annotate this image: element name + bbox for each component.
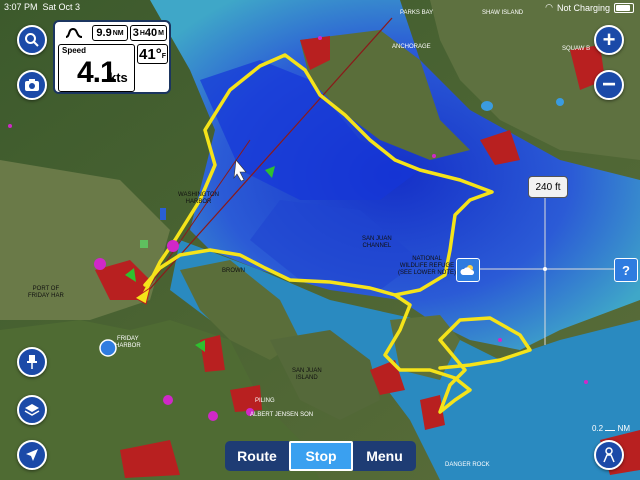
help-button[interactable]: ? — [614, 258, 638, 282]
label-port-of-friday-harbor: PORT OF FRIDAY HAR — [28, 286, 64, 299]
label-friday-harbor: FRIDAY HARBOR — [115, 336, 141, 349]
battery-icon — [614, 2, 634, 13]
speed-label: Speed — [62, 46, 87, 55]
layers-icon — [24, 404, 40, 416]
status-time: 3:07 PM — [4, 2, 38, 12]
temperature-readout: 41° F — [137, 44, 168, 64]
label-squaw-bay: SQUAW B — [562, 46, 591, 52]
ruler-distance-label[interactable]: 240 ft — [528, 176, 568, 198]
label-anchorage: ANCHORAGE — [392, 44, 431, 50]
bottom-control-bar: Route Stop Menu — [225, 441, 416, 471]
time-minutes: 40 — [144, 27, 158, 39]
location-arrow-icon — [26, 449, 38, 461]
scale-value: 0.2 — [592, 424, 604, 433]
label-brown-island: BROWN — [222, 268, 245, 274]
zoom-out-button[interactable]: − — [594, 70, 624, 100]
search-button[interactable] — [17, 25, 47, 55]
distance-value: 9.9 — [96, 27, 112, 39]
label-danger-rock: DANGER ROCK — [445, 462, 490, 468]
ios-status-bar: 3:07 PM Sat Oct 3 ◠ Not Charging — [0, 0, 640, 14]
label-washington-harbor: WASHINGTON HARBOR — [178, 192, 220, 205]
label-wildlife-refuge: NATIONAL WILDLIFE REFUGE (SEE LOWER NOTE… — [398, 256, 457, 276]
wifi-icon: ◠ — [545, 2, 553, 12]
weather-button[interactable] — [456, 258, 480, 282]
label-san-juan-channel: SAN JUAN CHANNEL — [362, 236, 392, 249]
search-icon — [25, 33, 39, 47]
route-squiggle-icon — [57, 25, 90, 41]
weather-cloud-icon — [460, 265, 475, 275]
temperature-unit: F — [161, 53, 166, 60]
camera-icon — [25, 79, 39, 91]
distance-unit: NM — [112, 29, 124, 37]
person-icon — [603, 447, 615, 463]
temperature-value: 41° — [139, 45, 162, 63]
minus-icon: − — [601, 71, 616, 98]
scale-unit: NM — [617, 424, 631, 433]
user-profile-button[interactable] — [594, 440, 624, 470]
speed-unit: kts — [109, 70, 128, 85]
camera-button[interactable] — [17, 70, 47, 100]
time-hours: 3 — [132, 27, 139, 39]
route-button[interactable]: Route — [225, 441, 289, 471]
label-san-juan-island: SAN JUAN ISLAND — [292, 368, 322, 381]
trip-info-panel[interactable]: 9.9 NM 3 H 40 M Speed 4.1 kts 41° F — [53, 20, 171, 94]
plus-icon: + — [602, 27, 616, 52]
layers-button[interactable] — [17, 395, 47, 425]
label-albert-jensen: ALBERT JENSEN SON — [250, 412, 314, 418]
pin-icon — [27, 355, 37, 369]
zoom-in-button[interactable]: + — [594, 25, 624, 55]
speed-readout: Speed 4.1 kts — [58, 44, 135, 92]
status-date: Sat Oct 3 — [42, 2, 81, 12]
info-pin-icon — [99, 339, 117, 357]
map-scale-bar: 0.2 NM — [592, 424, 630, 433]
location-button[interactable] — [17, 440, 47, 470]
time-remaining-readout: 3 H 40 M — [129, 25, 167, 41]
ruler-center-point — [543, 267, 547, 271]
time-minutes-unit: M — [158, 29, 164, 37]
distance-readout: 9.9 NM — [92, 25, 128, 41]
drop-pin-button[interactable] — [17, 347, 47, 377]
stop-button[interactable]: Stop — [289, 441, 353, 471]
battery-status-text: Not Charging — [556, 2, 610, 13]
menu-button[interactable]: Menu — [353, 441, 416, 471]
label-pilings: PILING — [255, 398, 275, 404]
